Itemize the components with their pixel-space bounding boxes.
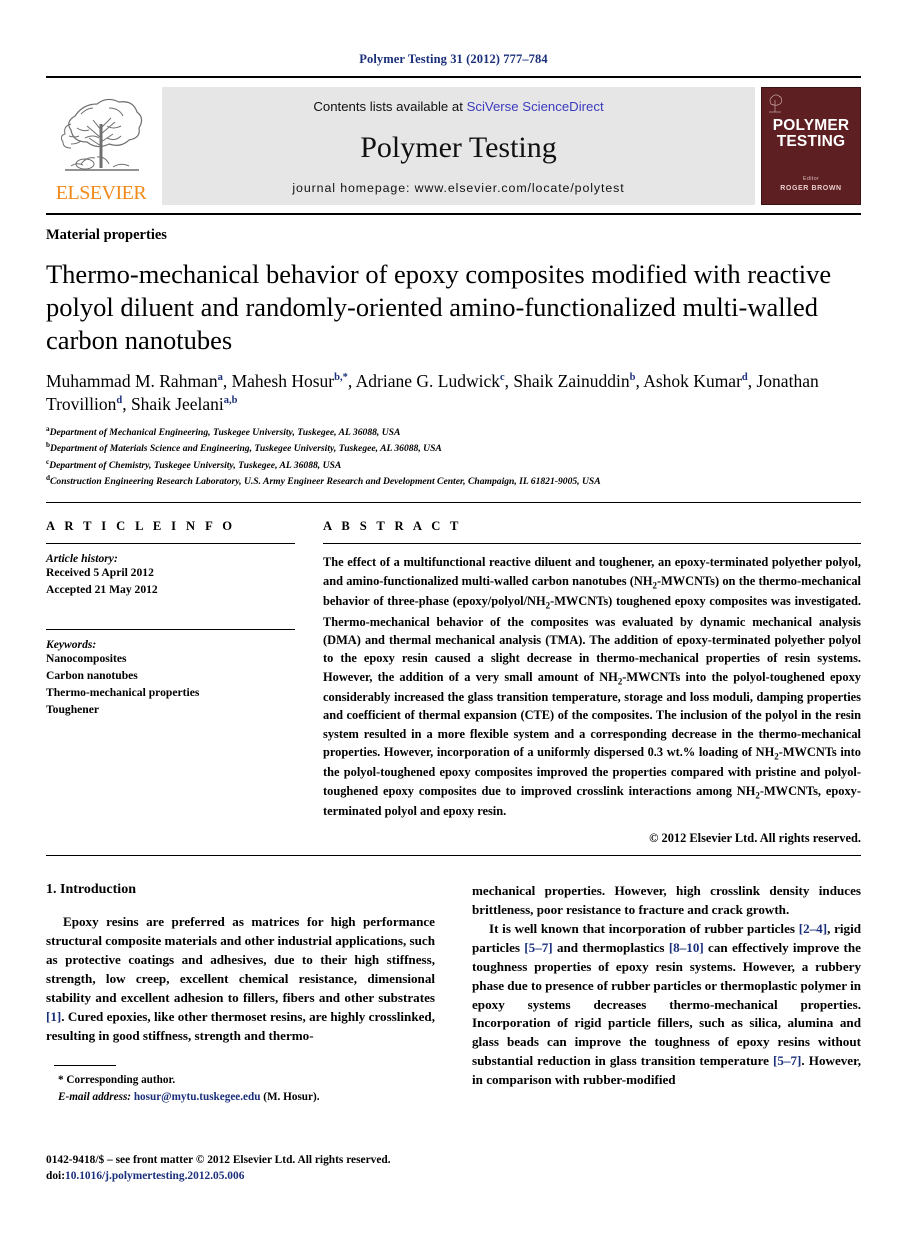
author-affiliation-mark: d [116,395,123,407]
doi-line: doi:10.1016/j.polymertesting.2012.05.006 [46,1168,391,1184]
doi-link[interactable]: 10.1016/j.polymertesting.2012.05.006 [65,1170,244,1182]
article-accepted-date: Accepted 21 May 2012 [46,582,158,596]
divider-title [46,502,861,504]
citation-ref[interactable]: [1] [46,1009,61,1024]
article-history-label: Article history: [46,552,118,566]
divider-keywords [46,629,295,631]
author-affiliation-mark: b,* [334,371,348,383]
author-name: Adriane G. Ludwick [355,370,500,391]
front-matter-line: 0142-9418/$ – see front matter © 2012 El… [46,1154,391,1166]
email-note: E-mail address: hosur@mytu.tuskegee.edu … [46,1089,435,1105]
body-column-right: mechanical properties. However, high cro… [472,882,861,1104]
citation-ref[interactable]: [2–4] [799,921,827,936]
author-name: Ashok Kumar [643,370,742,391]
affiliation-text: Department of Materials Science and Engi… [50,443,442,455]
article-section-kicker: Material properties [46,227,167,243]
cover-editor-name: ROGER BROWN [780,184,842,192]
body-columns: 1. Introduction Epoxy resins are preferr… [46,882,861,1104]
running-head: Polymer Testing 31 (2012) 777–784 [359,52,548,66]
cover-title: POLYMER TESTING [773,118,850,150]
journal-title: Polymer Testing [360,130,557,164]
affiliation-list: aDepartment of Mechanical Engineering, T… [46,424,861,489]
journal-homepage-link[interactable]: journal homepage: www.elsevier.com/locat… [292,181,624,195]
affiliation-item: bDepartment of Materials Science and Eng… [46,440,861,456]
affiliation-text: Department of Mechanical Engineering, Tu… [49,427,401,439]
footnote-block: * Corresponding author. E-mail address: … [46,1065,435,1104]
email-link[interactable]: hosur@mytu.tuskegee.edu [134,1091,261,1103]
article-info-column: A R T I C L E I N F O Article history: R… [46,519,295,846]
article-info-heading: A R T I C L E I N F O [46,519,236,534]
author-name: Mahesh Hosur [231,370,335,391]
keyword-item: Thermo-mechanical properties [46,685,200,699]
journal-cover-thumbnail: POLYMER TESTING Editor ROGER BROWN [761,87,861,205]
footnote-divider [54,1065,116,1067]
cover-elsevier-tree-icon [769,94,783,113]
abstract-column: A B S T R A C T The effect of a multifun… [323,519,861,846]
intro-paragraph-1: Epoxy resins are preferred as matrices f… [46,914,435,1043]
affiliation-item: aDepartment of Mechanical Engineering, T… [46,424,861,440]
author-affiliation-mark: b [629,371,636,383]
introduction-heading: 1. Introduction [46,882,136,898]
divider-top [46,76,861,78]
corresponding-author-note: * Corresponding author. [58,1074,176,1087]
email-label: E-mail address: [58,1090,132,1103]
affiliation-text: Department of Chemistry, Tuskegee Univer… [49,459,342,471]
author-affiliation-mark: d [741,371,748,383]
author-affiliation-mark: a,b [223,395,238,407]
intro-paragraph-2: It is well known that incorporation of r… [472,921,861,1087]
elsevier-logo: ELSEVIER [46,87,156,205]
citation-ref[interactable]: [8–10] [669,940,704,955]
keyword-item: Carbon nanotubes [46,669,138,683]
keyword-list: Nanocomposites Carbon nanotubes Thermo-mec… [46,651,295,718]
abstract-heading: A B S T R A C T [323,519,462,534]
citation-ref[interactable]: [5–7] [524,940,552,955]
citation-ref[interactable]: [5–7] [773,1053,801,1068]
intro-paragraph-1-cont: mechanical properties. However, high cro… [472,883,861,918]
keywords-label: Keywords: [46,638,97,652]
doi-label: doi: [46,1170,65,1183]
affiliation-text: Construction Engineering Research Labora… [50,476,601,488]
divider-article-info [46,543,295,545]
page-footer: 0142-9418/$ – see front matter © 2012 El… [46,1152,391,1184]
keyword-item: Toughener [46,702,100,716]
abstract-text: The effect of a multifunctional reactive… [323,555,861,819]
article-page: Polymer Testing 31 (2012) 777–784 ELSEVI… [0,0,907,1238]
info-abstract-row: A R T I C L E I N F O Article history: R… [46,519,861,846]
abstract-copyright: © 2012 Elsevier Ltd. All rights reserved… [649,831,861,846]
body-column-left: 1. Introduction Epoxy resins are preferr… [46,882,435,1104]
journal-masthead: ELSEVIER Contents lists available at Sci… [46,87,861,205]
affiliation-item: dConstruction Engineering Research Labor… [46,473,861,489]
author-list: Muhammad M. Rahmana, Mahesh Hosurb,*, Ad… [46,370,819,414]
divider-abstract [323,543,861,545]
elsevier-tree-icon [60,98,143,171]
elsevier-wordmark: ELSEVIER [55,182,147,204]
journal-banner: Contents lists available at SciVerse Sci… [162,87,755,205]
cover-title-line2: TESTING [776,132,846,150]
contents-available-line: Contents lists available at SciVerse Sci… [313,99,603,114]
author-name: Shaik Zainuddin [513,370,630,391]
page-title: Thermo-mechanical behavior of epoxy comp… [46,259,832,355]
divider-masthead [46,213,861,215]
author-affiliation-mark: c [500,371,505,383]
cover-title-line1: POLYMER [772,117,850,134]
author-affiliation-mark: a [217,371,223,383]
cover-editor-label: Editor [802,175,820,182]
keyword-item: Nanocomposites [46,652,127,666]
article-received-date: Received 5 April 2012 [46,566,154,580]
divider-abstract-bottom [46,855,861,857]
sciencedirect-link[interactable]: SciVerse ScienceDirect [467,99,604,114]
author-name: Shaik Jeelani [130,393,224,414]
email-suffix: (M. Hosur). [260,1090,320,1103]
affiliation-item: cDepartment of Chemistry, Tuskegee Unive… [46,457,861,473]
contents-prefix: Contents lists available at [313,99,467,114]
author-name: Muhammad M. Rahman [46,370,218,391]
